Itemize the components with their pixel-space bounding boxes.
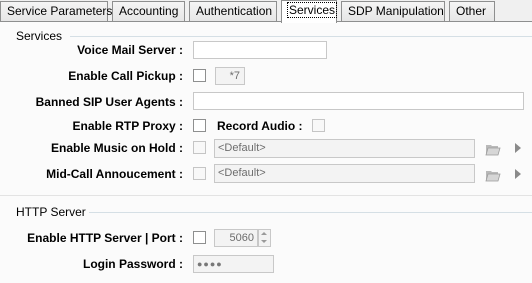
http-port-input[interactable]: 5060: [214, 229, 258, 247]
call-pickup-code-input[interactable]: *7: [215, 67, 245, 85]
enable-http-server-label: Enable HTTP Server | Port :: [27, 231, 183, 245]
tab-sdp-manipulation[interactable]: SDP Manipulation: [341, 1, 445, 21]
group-divider: [70, 36, 532, 37]
tab-authentication[interactable]: Authentication: [189, 1, 277, 21]
banned-sip-user-agents-label: Banned SIP User Agents :: [35, 95, 183, 109]
voice-mail-server-input[interactable]: [193, 41, 327, 59]
enable-call-pickup-label: Enable Call Pickup :: [68, 69, 183, 83]
spin-up-icon[interactable]: [259, 230, 270, 238]
enable-rtp-proxy-label: Enable RTP Proxy :: [72, 119, 183, 133]
music-on-hold-select[interactable]: <Default>: [214, 139, 475, 158]
group-divider: [89, 212, 532, 213]
services-group-title: Services: [16, 29, 63, 43]
tab-label: Authentication: [196, 4, 273, 18]
tab-label: Service Parameters: [7, 4, 113, 18]
group-divider: [0, 195, 532, 196]
mid-call-announcement-select[interactable]: <Default>: [214, 164, 475, 183]
tab-other[interactable]: Other: [449, 1, 495, 21]
enable-call-pickup-checkbox[interactable]: [193, 69, 206, 82]
tab-label: Accounting: [119, 4, 179, 18]
folder-open-icon[interactable]: [485, 142, 501, 156]
record-audio-checkbox[interactable]: [312, 119, 325, 132]
tab-label: Services: [286, 2, 338, 18]
tab-label: SDP Manipulation: [348, 4, 444, 18]
enable-http-server-checkbox[interactable]: [193, 231, 206, 244]
play-icon[interactable]: [515, 143, 521, 153]
enable-music-on-hold-checkbox[interactable]: [193, 141, 206, 154]
mid-call-announcement-label: Mid-Call Annoucement :: [46, 167, 183, 181]
spin-down-icon[interactable]: [259, 238, 270, 246]
play-icon[interactable]: [515, 169, 521, 179]
record-audio-label: Record Audio :: [217, 119, 303, 133]
port-spinner[interactable]: [258, 229, 271, 247]
enable-rtp-proxy-checkbox[interactable]: [193, 119, 206, 132]
tab-bar: Service Parameters Accounting Authentica…: [0, 0, 532, 23]
mid-call-announcement-checkbox[interactable]: [193, 167, 206, 180]
tab-accounting[interactable]: Accounting: [112, 1, 185, 21]
tab-label: Other: [456, 4, 487, 18]
tab-services[interactable]: Services: [281, 0, 338, 23]
voice-mail-server-label: Voice Mail Server :: [77, 43, 183, 57]
login-password-input[interactable]: ●●●●: [193, 255, 274, 273]
folder-open-icon[interactable]: [485, 168, 501, 182]
login-password-label: Login Password :: [82, 257, 183, 271]
http-server-group-title: HTTP Server: [16, 205, 86, 219]
tab-service-parameters[interactable]: Service Parameters: [0, 1, 112, 21]
enable-music-on-hold-label: Enable Music on Hold :: [50, 141, 183, 155]
banned-sip-user-agents-input[interactable]: [193, 92, 524, 110]
